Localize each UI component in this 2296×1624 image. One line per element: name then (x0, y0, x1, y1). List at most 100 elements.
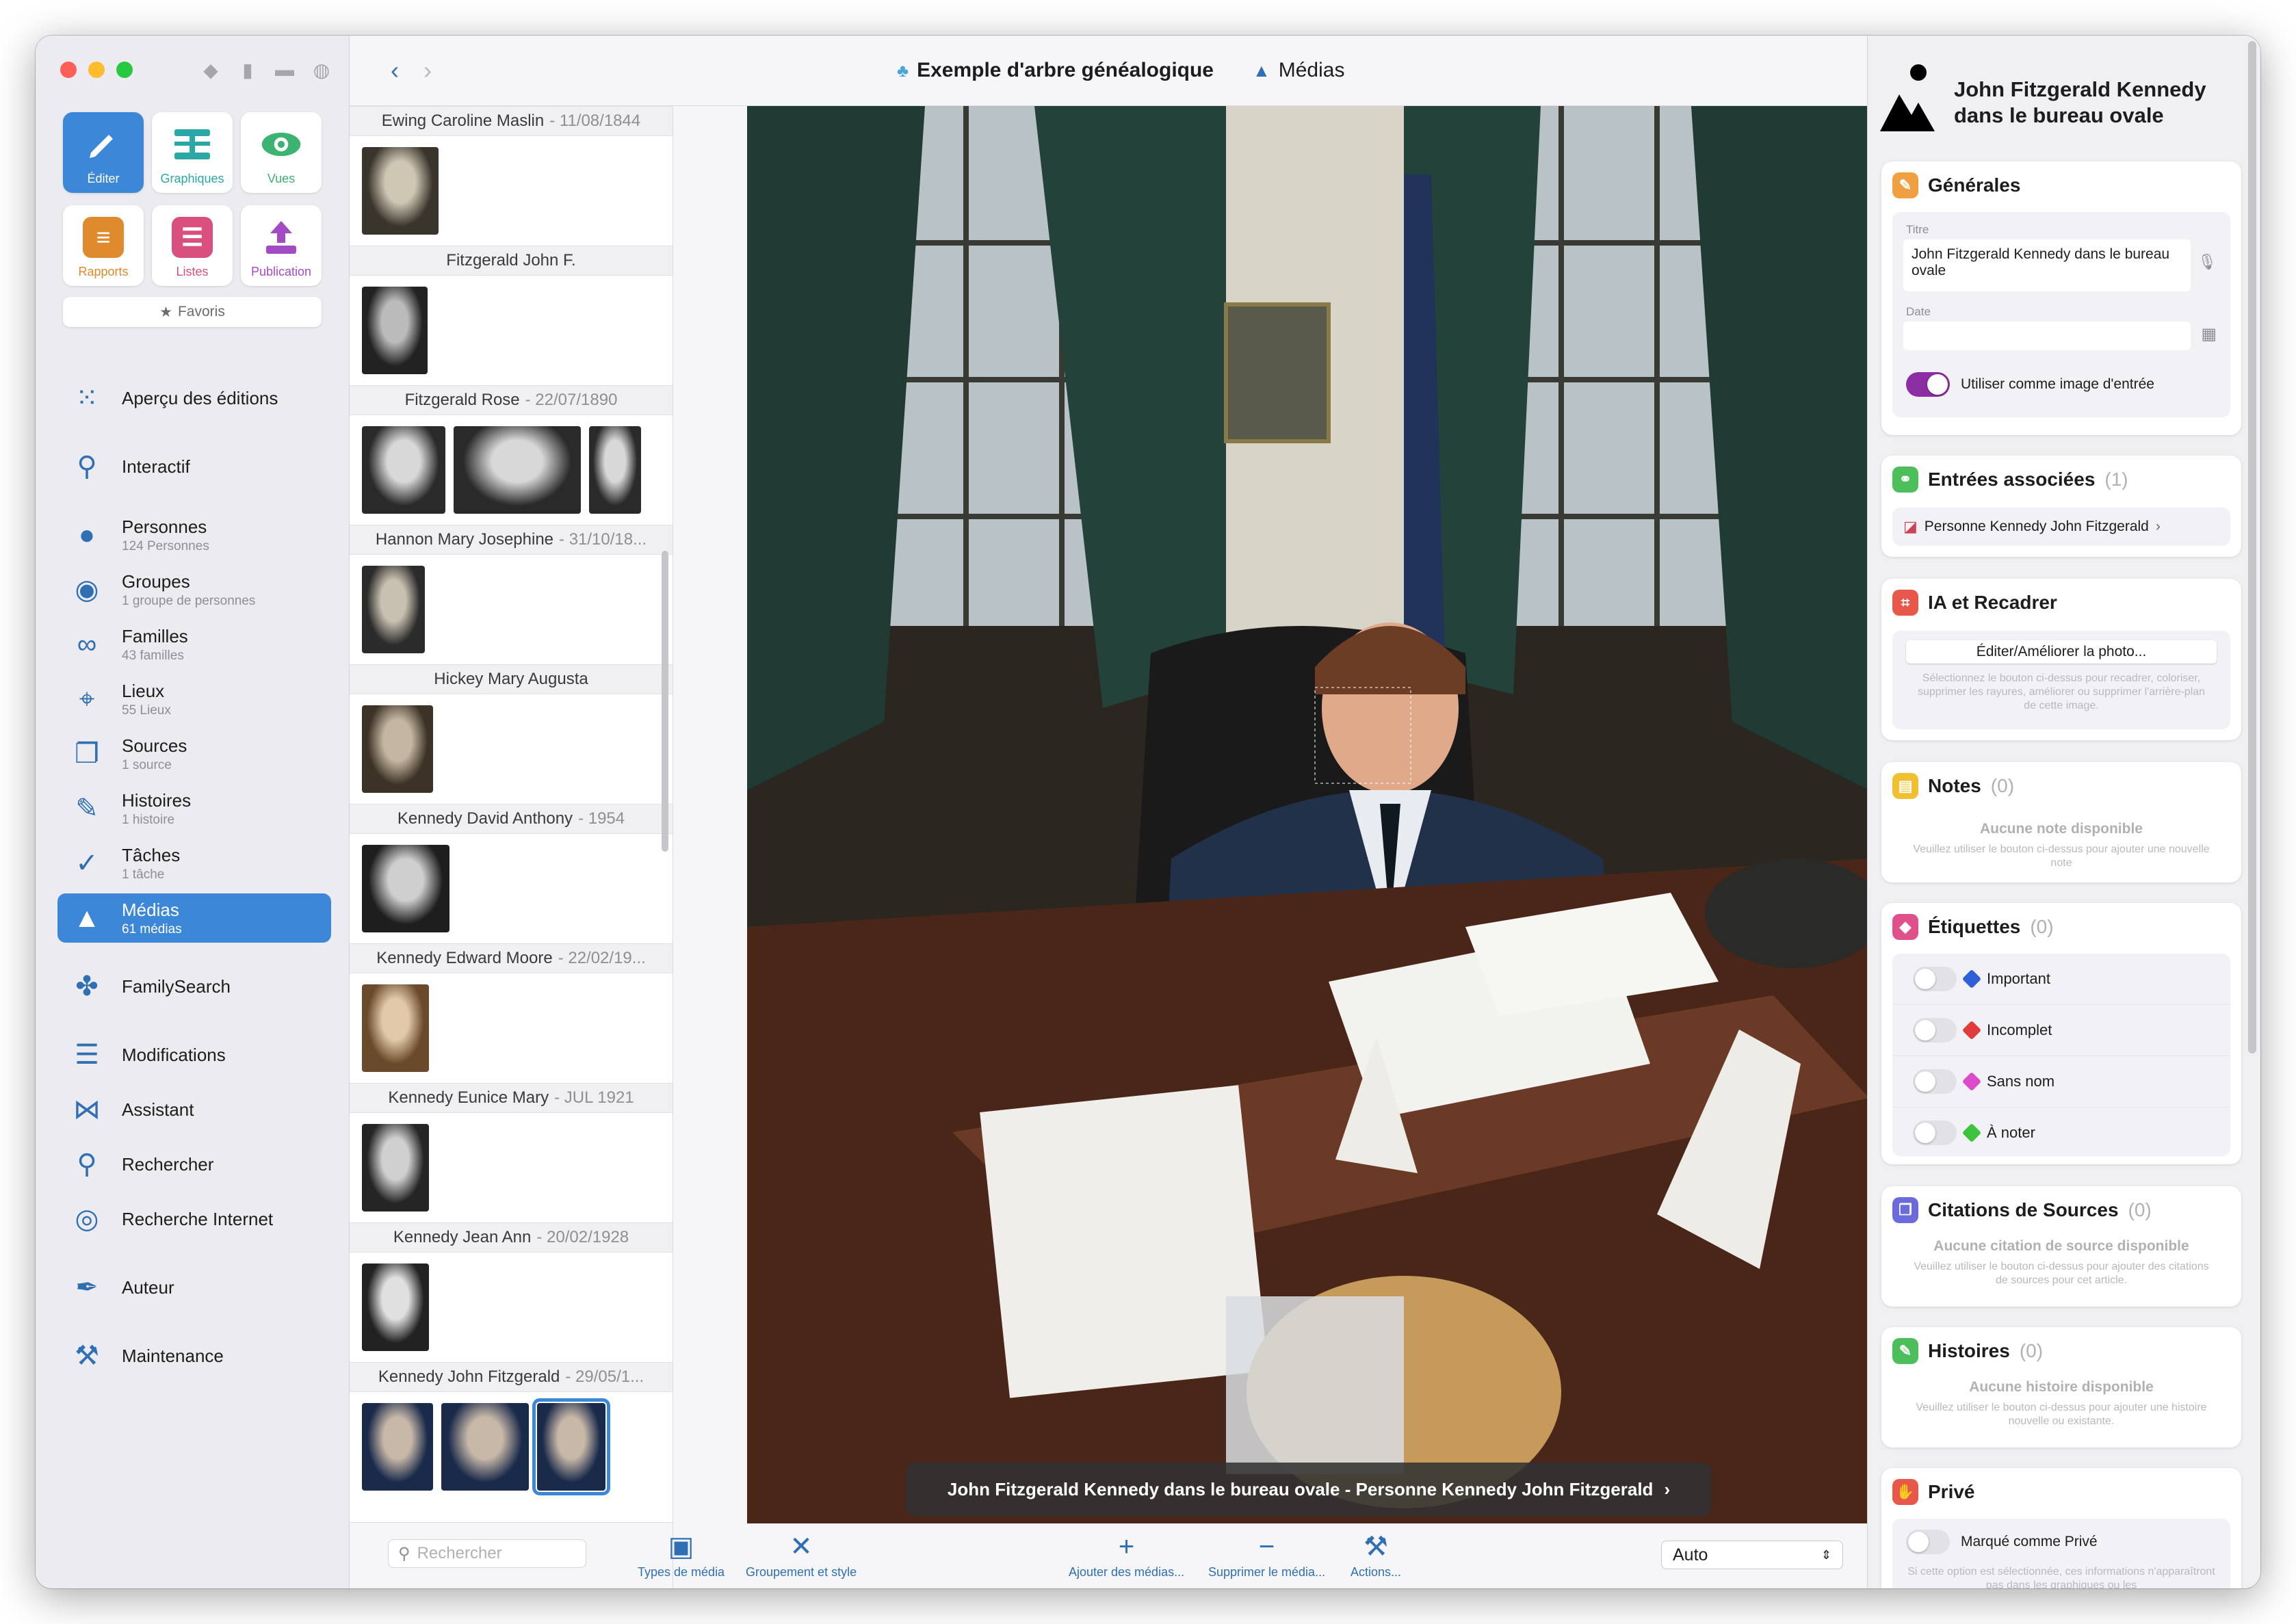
title-label: Titre (1906, 223, 1929, 236)
sidebar-item-familles[interactable]: ∞ Familles 43 familles (57, 617, 331, 672)
list-icon: ☰ (172, 217, 213, 258)
media-viewer[interactable]: John Fitzgerald Kennedy dans le bureau o… (747, 106, 1869, 1523)
grouping-style-button[interactable]: ✕ Groupement et style (746, 1531, 857, 1580)
stories-heading: Histoires (1928, 1340, 2010, 1361)
sidebar-item-interactif[interactable]: ⚲ Interactif (57, 439, 331, 494)
tile-edit[interactable]: Éditer (63, 112, 144, 193)
tag-label: Sans nom (1987, 1073, 2055, 1090)
tile-lists[interactable]: ☰ Listes (152, 205, 233, 286)
sidebar-item-personnes[interactable]: ● Personnes 124 Personnes (57, 508, 331, 562)
list-lines-icon: ☰ (75, 1040, 99, 1070)
hammer-icon: ⚒ (1364, 1532, 1388, 1562)
tag-toggle[interactable] (1913, 1121, 1957, 1145)
globe-icon[interactable]: ◍ (311, 59, 332, 81)
group-thumbnails (350, 415, 673, 525)
sidebar-item-assistant[interactable]: ⋈ Assistant (57, 1082, 331, 1137)
tags-card: ◆ Étiquettes (0) Important Incomplet San… (1881, 903, 2241, 1164)
media-thumbnail[interactable] (362, 1403, 433, 1491)
media-thumbnail[interactable] (362, 984, 429, 1072)
use-entry-toggle[interactable] (1906, 372, 1950, 397)
zoom-select[interactable]: Auto ⇕ (1661, 1541, 1843, 1569)
media-thumbnail[interactable] (362, 287, 428, 374)
delete-media-button[interactable]: − Supprimer le média... (1208, 1531, 1325, 1580)
media-thumbnail[interactable] (589, 426, 641, 514)
detail-panel: John Fitzgerald Kennedy dans le bureau ov… (1867, 36, 2260, 1588)
minus-icon: − (1258, 1532, 1275, 1562)
sidebar-item-label: Histoires (122, 789, 192, 811)
tag-color-icon (1961, 1123, 1982, 1143)
add-media-button[interactable]: + Ajouter des médias... (1069, 1531, 1184, 1580)
media-thumbnail[interactable] (362, 1124, 429, 1212)
search-field[interactable]: ⚲ Rechercher (388, 1539, 586, 1568)
sidebar-item-familysearch[interactable]: ✤ FamilySearch (57, 959, 331, 1014)
sidebar-item-recherche-internet[interactable]: ◎ Recherche Internet (57, 1192, 331, 1246)
sidebar-item-histoires[interactable]: ✎ Histoires 1 histoire (57, 781, 331, 836)
media-types-button[interactable]: ▣ Types de média (638, 1531, 725, 1580)
media-thumbnail[interactable] (454, 426, 581, 514)
sidebar-item-maintenance[interactable]: ⚒ Maintenance (57, 1328, 331, 1383)
private-toggle[interactable] (1906, 1530, 1950, 1554)
tag-icon[interactable]: ◆ (200, 59, 222, 81)
tile-views[interactable]: Vues (241, 112, 322, 193)
calendar-icon[interactable]: ▦ (2201, 324, 2217, 344)
sidebar-item-label: Lieux (122, 680, 165, 701)
list-scrollbar[interactable] (662, 551, 668, 852)
sidebar-item-groupes[interactable]: ◉ Groupes 1 groupe de personnes (57, 562, 331, 617)
plus-icon: + (1118, 1532, 1135, 1562)
media-thumbnail[interactable] (532, 1398, 610, 1495)
sidebar-item-lieux[interactable]: ⌖ Lieux 55 Lieux (57, 672, 331, 726)
tile-label: Publication (250, 265, 312, 278)
section-title[interactable]: ▲ Médias (1253, 59, 1344, 82)
sidebar-item-modifications[interactable]: ☰ Modifications (57, 1027, 331, 1082)
tag-toggle[interactable] (1913, 967, 1957, 991)
media-thumbnail[interactable] (441, 1403, 529, 1491)
edit-photo-button[interactable]: Éditer/Améliorer la photo... (1906, 640, 2217, 664)
zoom-window-button[interactable] (116, 62, 133, 78)
media-thumbnail[interactable] (362, 147, 439, 235)
tag-toggle[interactable] (1913, 1069, 1957, 1094)
group-date: - 1954 (578, 809, 625, 828)
tile-charts[interactable]: Graphiques (152, 112, 233, 193)
title-field[interactable]: John Fitzgerald Kennedy dans le bureau o… (1903, 239, 2191, 291)
chevron-right-icon: › (1664, 1478, 1671, 1499)
media-thumbnail[interactable] (362, 705, 433, 793)
media-thumbnail[interactable] (362, 566, 425, 653)
media-thumbnail[interactable] (362, 426, 445, 514)
tag-color-icon (1961, 1071, 1982, 1092)
sidebar-item-medias[interactable]: ▲ Médias 61 médias (57, 893, 331, 943)
media-thumbnail[interactable] (362, 1263, 429, 1351)
tag-toggle[interactable] (1913, 1018, 1957, 1043)
detail-scrollbar[interactable] (2248, 41, 2256, 1053)
private-row: Marqué comme Privé (1906, 1530, 2098, 1554)
sidebar-item-rechercher[interactable]: ⚲ Rechercher (57, 1137, 331, 1192)
actions-button[interactable]: ⚒ Actions... (1351, 1531, 1401, 1580)
group-header: Hickey Mary Augusta (350, 664, 673, 694)
favorites-button[interactable]: ★ Favoris (63, 297, 322, 327)
pen-icon: ✒ (75, 1272, 99, 1302)
sidebar-item-auteur[interactable]: ✒ Auteur (57, 1260, 331, 1315)
group-name: Kennedy Edward Moore (376, 949, 553, 967)
bookmark-icon[interactable]: ▮ (237, 59, 259, 81)
citation-icon: ❐ (1892, 1197, 1918, 1223)
tile-publication[interactable]: Publication (241, 205, 322, 286)
chart-tree-icon (172, 124, 213, 165)
close-window-button[interactable] (60, 62, 77, 78)
sidebar-item-count: 61 médias (122, 921, 182, 937)
media-caption[interactable]: John Fitzgerald Kennedy dans le bureau o… (906, 1463, 1712, 1516)
sidebar-item-label: Personnes (122, 516, 207, 537)
associated-person-row[interactable]: ◪ Personne Kennedy John Fitzgerald › (1892, 508, 2230, 546)
date-field[interactable] (1903, 322, 2191, 350)
favorites-label: Favoris (177, 304, 225, 319)
forward-button[interactable]: › (423, 56, 432, 85)
back-button[interactable]: ‹ (391, 56, 399, 85)
media-thumbnail[interactable] (362, 845, 449, 932)
sidebar-item-label: Familles (122, 625, 188, 646)
sidebar-item-sources[interactable]: ❐ Sources 1 source (57, 726, 331, 781)
minimize-window-button[interactable] (88, 62, 105, 78)
tile-reports[interactable]: ≡ Rapports (63, 205, 144, 286)
sidebar-item-apercu[interactable]: ⁙ Aperçu des éditions (57, 371, 331, 425)
microphone-icon[interactable]: 🎙 (2197, 253, 2217, 271)
tree-title[interactable]: ♣ Exemple d'arbre généalogique (897, 59, 1214, 82)
car-icon[interactable]: ▬ (274, 59, 296, 81)
sidebar-item-taches[interactable]: ✓ Tâches 1 tâche (57, 836, 331, 891)
